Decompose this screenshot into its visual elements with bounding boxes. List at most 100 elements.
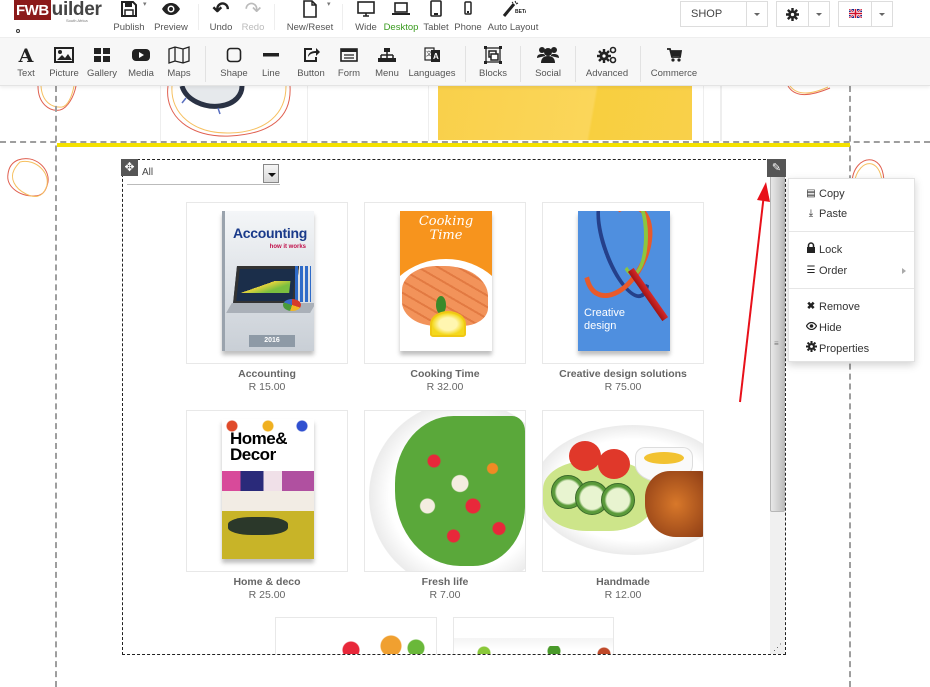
submenu-arrow-icon [902, 268, 906, 274]
add-languages-button[interactable]: A文 Languages [408, 44, 456, 80]
product-image[interactable] [275, 617, 437, 654]
background-section-panel [720, 86, 722, 141]
background-yellow-card [438, 86, 692, 140]
publish-button[interactable]: Publish [112, 0, 146, 36]
menu-item-properties[interactable]: Properties [789, 339, 914, 359]
context-menu: ▤ Copy ⤓ Paste Lock ☰ Order ✖ Remove Hid… [788, 178, 915, 362]
product-name[interactable]: Fresh life [364, 576, 526, 588]
undo-button[interactable]: ↶ Undo [206, 0, 236, 36]
product-name[interactable]: Cooking Time [364, 368, 526, 380]
product-name[interactable]: Creative design solutions [542, 368, 704, 380]
book-cover-home-decor: Home& Decor [222, 419, 314, 559]
users-icon [532, 44, 564, 68]
product-image[interactable] [364, 410, 526, 572]
book-cover-accounting: Accounting how it works 2016 [222, 211, 314, 351]
menu-item-remove[interactable]: ✖ Remove [789, 297, 914, 317]
gallery-icon [85, 44, 119, 68]
chevron-down-icon[interactable] [263, 164, 279, 183]
auto-layout-button[interactable]: BETA Auto Layout [486, 0, 540, 36]
add-menu-button[interactable]: Menu [372, 44, 402, 80]
menu-item-label: Lock [819, 244, 843, 256]
add-picture-button[interactable]: Picture [46, 44, 82, 80]
copy-icon: ▤ [806, 188, 816, 199]
view-wide-button[interactable]: Wide [352, 0, 380, 36]
product-image[interactable]: Home& Decor [186, 410, 348, 572]
resize-grip-icon[interactable]: ⋰ [773, 642, 782, 653]
page-select-dropdown[interactable]: SHOP [680, 1, 768, 27]
add-blocks-button[interactable]: Blocks [477, 44, 509, 80]
order-list-icon: ☰ [806, 265, 816, 276]
menu-item-lock[interactable]: Lock [789, 240, 914, 260]
cucumber-illustration [601, 483, 635, 517]
divider [465, 46, 466, 82]
preview-button[interactable]: Preview [152, 0, 190, 36]
menu-label: Menu [375, 68, 399, 79]
gear-icon[interactable] [777, 2, 810, 26]
chicken-illustration [645, 471, 703, 537]
category-filter-select[interactable]: All [127, 163, 280, 185]
add-maps-button[interactable]: Maps [164, 44, 194, 80]
add-line-button[interactable]: Line [258, 44, 284, 80]
logo-text: uilder [51, 0, 102, 20]
shape-label: Shape [220, 68, 248, 79]
view-desktop-button[interactable]: Desktop [382, 0, 420, 36]
menu-item-copy[interactable]: ▤ Copy [789, 184, 914, 204]
edit-handle[interactable]: ✎ [767, 159, 786, 177]
view-wide-label: Wide [355, 22, 377, 33]
product-name[interactable]: Handmade [542, 576, 704, 588]
add-social-button[interactable]: Social [532, 44, 564, 80]
cover-title: Accounting [233, 225, 307, 241]
languages-icon: A文 [408, 44, 456, 68]
media-label: Media [128, 68, 154, 79]
product-image[interactable]: Accounting how it works 2016 [186, 202, 348, 364]
shape-icon [218, 44, 250, 68]
product-image[interactable]: Creative design [542, 202, 704, 364]
product-image[interactable] [453, 617, 614, 654]
menu-item-order[interactable]: ☰ Order [789, 261, 914, 281]
uk-flag-icon[interactable] [839, 2, 873, 26]
salad-illustration [395, 416, 525, 566]
product-name[interactable]: Home & deco [186, 576, 348, 588]
svg-text:BETA: BETA [515, 9, 526, 15]
cover-title: Home& Decor [230, 429, 288, 464]
chevron-down-icon[interactable] [747, 2, 767, 26]
publish-dropdown-caret[interactable]: ▾ [143, 0, 147, 8]
menu-item-hide[interactable]: Hide [789, 318, 914, 338]
chevron-down-icon[interactable] [809, 2, 829, 26]
move-handle[interactable]: ✥ [121, 159, 138, 176]
divider [520, 46, 521, 82]
product-image[interactable] [542, 410, 704, 572]
add-advanced-button[interactable]: Advanced [585, 44, 629, 80]
add-form-button[interactable]: Form [334, 44, 364, 80]
add-button-button[interactable]: Button [294, 44, 328, 80]
menu-divider [789, 288, 914, 289]
product-image[interactable]: Cooking Time [364, 202, 526, 364]
advanced-label: Advanced [585, 68, 629, 79]
view-tablet-button[interactable]: Tablet [422, 0, 450, 36]
new-reset-dropdown-caret[interactable]: ▾ [327, 0, 331, 8]
menu-item-paste[interactable]: ⤓ Paste [789, 204, 914, 224]
category-filter-value: All [142, 167, 154, 178]
language-dropdown[interactable] [838, 1, 893, 27]
add-media-button[interactable]: Media [126, 44, 156, 80]
form-label: Form [337, 68, 361, 79]
media-icon [126, 44, 156, 68]
add-shape-button[interactable]: Shape [218, 44, 250, 80]
product-name[interactable]: Accounting [186, 368, 348, 380]
line-icon [258, 44, 284, 68]
preview-label: Preview [154, 22, 188, 33]
decorative-circle-graphic [7, 158, 49, 197]
menu-item-label: Properties [819, 343, 870, 355]
menu-divider [789, 231, 914, 232]
floppy-disk-icon [112, 0, 146, 20]
redo-icon: ↷ [244, 0, 262, 21]
view-phone-button[interactable]: Phone [453, 0, 483, 36]
add-gallery-button[interactable]: Gallery [85, 44, 119, 80]
chevron-down-icon[interactable] [872, 2, 892, 26]
add-commerce-button[interactable]: Commerce [650, 44, 698, 80]
redo-button[interactable]: ↷ Redo [238, 0, 268, 36]
picture-icon [46, 44, 82, 68]
add-text-button[interactable]: A Text [12, 44, 40, 80]
undo-icon: ↶ [212, 0, 230, 21]
settings-dropdown[interactable] [776, 1, 830, 27]
